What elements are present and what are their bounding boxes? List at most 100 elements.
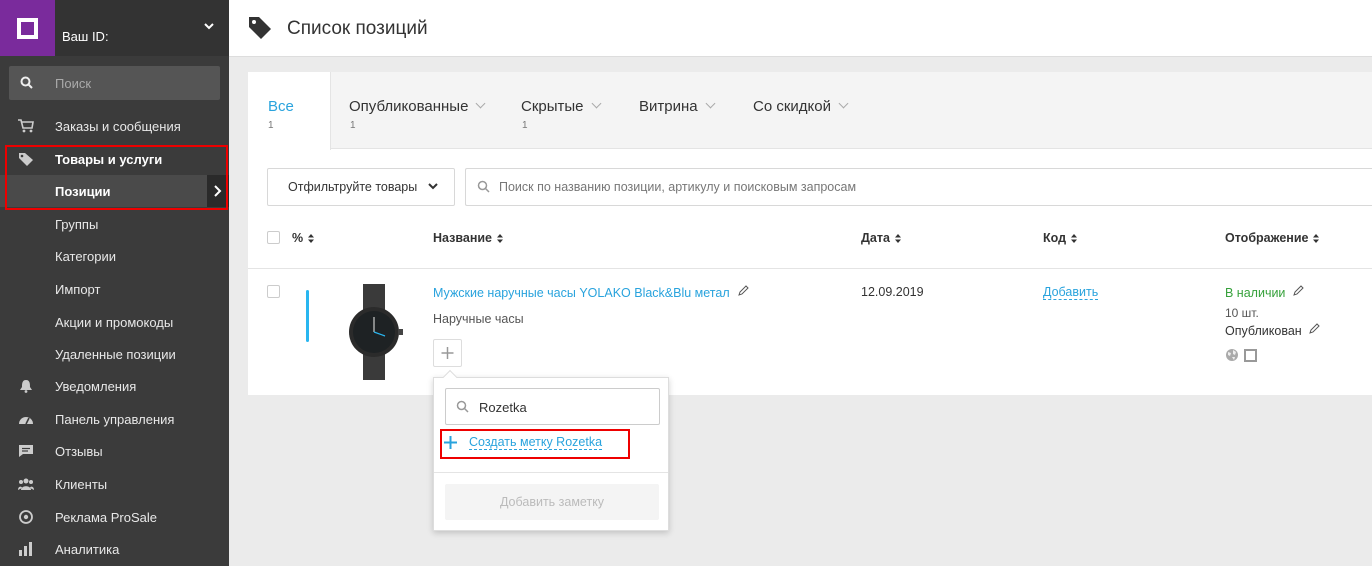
sidebar-item-clients[interactable]: Клиенты [0,468,229,500]
column-code[interactable]: Код [1043,231,1078,245]
tag-search-input[interactable]: Rozetka [445,388,660,425]
sidebar-item-label: Категории [55,249,116,264]
pencil-icon[interactable] [1292,285,1304,297]
product-name: Мужские наручные часы YOLAKO Black&Blu м… [433,286,730,300]
highlight-box-sidebar [5,145,228,210]
column-display[interactable]: Отображение [1225,231,1320,245]
sort-icon [497,234,504,243]
add-code-link[interactable]: Добавить [1043,285,1099,300]
publish-status-label: Опубликован [1225,324,1302,338]
stock-quantity: 10 шт. [1225,306,1259,320]
sort-icon [1313,234,1320,243]
column-label: % [292,231,304,245]
sidebar-item-label: Уведомления [55,379,137,394]
product-name-link[interactable]: Мужские наручные часы YOLAKO Black&Blu м… [433,285,749,300]
chevron-down-icon [705,98,716,109]
sidebar-item-label: Удаленные позиции [55,347,176,362]
tab-label: Со скидкой [753,98,831,115]
search-icon [477,180,490,193]
sidebar-item-label: Импорт [55,282,101,297]
sidebar-item-import[interactable]: Импорт [0,273,229,305]
tab-label: Все [268,98,294,115]
tab-discount[interactable]: Со скидкой [735,72,865,149]
pencil-icon[interactable] [1308,323,1320,335]
stock-status[interactable]: В наличии [1225,285,1304,300]
tab-showcase[interactable]: Витрина [621,72,735,149]
users-icon [18,478,34,490]
column-label: Дата [861,231,890,245]
tab-label: Витрина [639,98,698,115]
comment-icon [19,445,33,457]
sidebar-search-placeholder: Поиск [55,76,92,91]
tag-search-value: Rozetka [479,400,527,415]
tab-hidden[interactable]: Скрытые 1 [503,72,621,149]
sidebar-item-groups[interactable]: Группы [0,208,229,240]
column-percent[interactable]: % [292,231,315,245]
sidebar-item-dashboard[interactable]: Панель управления [0,403,229,435]
publish-status[interactable]: Опубликован [1225,323,1320,338]
chevron-down-icon[interactable] [203,20,215,32]
sidebar-item-orders[interactable]: Заказы и сообщения [0,110,229,142]
sidebar-item-notifications[interactable]: Уведомления [0,370,229,402]
page-title: Список позиций [287,18,428,39]
pencil-icon[interactable] [737,285,749,297]
sidebar-item-reviews[interactable]: Отзывы [0,435,229,467]
sidebar-item-label: Клиенты [55,477,108,492]
sidebar-item-categories[interactable]: Категории [0,240,229,272]
showcase-icon[interactable] [1244,349,1257,362]
tab-label: Опубликованные [349,98,469,115]
account-id-label[interactable]: Ваш ID: [62,29,109,44]
target-icon [19,510,33,524]
search-icon [20,76,33,89]
product-category: Наручные часы [433,312,524,326]
tab-count: 1 [268,120,274,131]
sidebar-item-prosale[interactable]: Реклама ProSale [0,501,229,533]
column-name[interactable]: Название [433,231,504,245]
tab-all[interactable]: Все 1 [248,72,331,150]
search-input[interactable]: Поиск по названию позиции, артикулу и по… [465,168,1372,206]
tab-label: Скрытые [521,98,584,115]
sidebar-item-label: Группы [55,217,99,232]
globe-icon[interactable] [1225,348,1239,362]
sort-icon [894,234,901,243]
highlight-box-create-tag [440,429,630,459]
tab-count: 1 [350,120,356,131]
column-label: Отображение [1225,231,1309,245]
sidebar-header: Ваш ID: [0,0,229,56]
product-date: 12.09.2019 [861,285,924,299]
table-header: % Название Дата Код Отображение [248,217,1372,269]
sidebar-item-label: Заказы и сообщения [55,119,181,134]
sidebar-item-deleted[interactable]: Удаленные позиции [0,338,229,370]
gauge-icon [19,417,33,425]
filter-label: Отфильтруйте товары [288,180,418,194]
stock-status-label: В наличии [1225,286,1286,300]
sidebar-item-analytics[interactable]: Аналитика [0,533,229,565]
add-tag-button[interactable] [433,339,462,367]
sidebar-item-promos[interactable]: Акции и промокоды [0,306,229,338]
search-icon [456,400,469,413]
chevron-down-icon [428,183,438,190]
tab-count: 1 [522,120,528,131]
sidebar-search-input[interactable]: Поиск [9,66,220,100]
bell-icon [20,380,32,393]
page-header: Список позиций [229,0,1372,57]
filter-dropdown[interactable]: Отфильтруйте товары [267,168,455,206]
cart-icon [18,119,34,133]
sort-icon [308,234,315,243]
sidebar-item-label: Реклама ProSale [55,510,158,525]
sidebar: Ваш ID: Поиск Заказы и сообщения Товары … [0,0,229,566]
logo-icon [17,18,38,39]
add-note-button[interactable]: Добавить заметку [445,484,659,520]
chevron-down-icon [591,98,601,109]
completeness-bar [306,290,309,342]
chevron-down-icon [838,98,849,109]
logo[interactable] [0,0,55,56]
tab-published[interactable]: Опубликованные 1 [331,72,503,149]
product-thumbnail[interactable] [343,284,405,380]
sidebar-item-label: Аналитика [55,542,120,557]
divider [434,472,668,473]
plus-icon [441,347,454,359]
column-date[interactable]: Дата [861,231,901,245]
row-checkbox[interactable] [267,285,280,298]
select-all-checkbox[interactable] [267,231,280,244]
